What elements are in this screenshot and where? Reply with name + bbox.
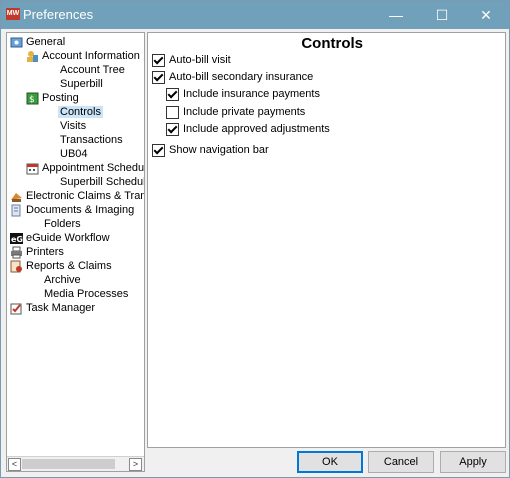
title-bar[interactable]: MW Preferences — ☐ ✕: [1, 1, 509, 29]
controls-panel: Controls Auto-bill visit Auto-bill secon…: [147, 32, 506, 448]
window-title: Preferences: [23, 7, 94, 22]
tree-item-eguide-workflow[interactable]: eG eGuide Workflow: [10, 231, 110, 245]
task-manager-icon: [10, 302, 23, 315]
posting-icon: $: [26, 92, 39, 105]
scroll-left-button[interactable]: <: [8, 458, 21, 471]
checkbox-box[interactable]: [166, 122, 179, 136]
tree-item-general[interactable]: General: [10, 35, 65, 49]
tree-item-archive[interactable]: Archive: [44, 273, 81, 287]
tree-item-reports-claims[interactable]: Reports & Claims: [10, 259, 112, 273]
apply-button[interactable]: Apply: [440, 451, 506, 473]
preferences-window: MW Preferences — ☐ ✕ General Account Inf…: [0, 0, 510, 478]
general-icon: [10, 36, 23, 49]
cancel-button[interactable]: Cancel: [368, 451, 434, 473]
show-navigation-bar-checkbox[interactable]: Show navigation bar: [152, 142, 269, 158]
tree-item-media-processes[interactable]: Media Processes: [44, 287, 128, 301]
close-button[interactable]: ✕: [463, 1, 509, 29]
tree-item-electronic-claims[interactable]: Electronic Claims & Transmis: [10, 189, 144, 203]
checkbox-box[interactable]: [152, 70, 165, 84]
include-private-payments-checkbox[interactable]: Include private payments: [166, 104, 305, 120]
svg-text:$: $: [29, 95, 35, 105]
tree-item-appointment-scheduler[interactable]: Appointment Scheduler: [26, 161, 144, 175]
scroll-thumb[interactable]: [22, 459, 115, 469]
checkbox-box[interactable]: [166, 105, 179, 119]
tree-item-account-information[interactable]: Account Information: [26, 49, 140, 63]
account-icon: [26, 50, 39, 63]
auto-bill-secondary-insurance-checkbox[interactable]: Auto-bill secondary insurance: [152, 69, 313, 85]
tree-item-superbill-scheduler[interactable]: Superbill Scheduler: [60, 175, 144, 189]
svg-text:eG: eG: [11, 235, 23, 244]
checkbox-box[interactable]: [166, 87, 179, 101]
calendar-icon: [26, 162, 39, 175]
claims-icon: [10, 190, 23, 203]
tree-item-task-manager[interactable]: Task Manager: [10, 301, 95, 315]
documents-icon: [10, 204, 23, 217]
ok-button[interactable]: OK: [297, 451, 363, 473]
checkbox-box[interactable]: [152, 143, 165, 157]
app-icon: MW: [6, 8, 20, 20]
maximize-button[interactable]: ☐: [419, 1, 465, 29]
auto-bill-visit-checkbox[interactable]: Auto-bill visit: [152, 52, 231, 68]
printer-icon: [10, 246, 23, 259]
tree-item-folders[interactable]: Folders: [44, 217, 81, 231]
eguide-icon: eG: [10, 232, 23, 245]
tree-item-account-tree[interactable]: Account Tree: [60, 63, 125, 77]
minimize-button[interactable]: —: [373, 1, 419, 29]
include-approved-adjustments-checkbox[interactable]: Include approved adjustments: [166, 121, 330, 137]
include-insurance-payments-checkbox[interactable]: Include insurance payments: [166, 86, 320, 102]
tree-item-documents-imaging[interactable]: Documents & Imaging: [10, 203, 134, 217]
reports-icon: [10, 260, 23, 273]
checkbox-box[interactable]: [152, 53, 165, 67]
tree-item-transactions[interactable]: Transactions: [60, 133, 123, 147]
tree-horizontal-scrollbar[interactable]: < >: [7, 456, 144, 471]
tree-item-posting[interactable]: $ Posting: [26, 91, 79, 105]
tree-item-printers[interactable]: Printers: [10, 245, 64, 259]
tree-item-ub04[interactable]: UB04: [60, 147, 88, 161]
tree-item-superbill[interactable]: Superbill: [60, 77, 103, 91]
scroll-right-button[interactable]: >: [129, 458, 142, 471]
preferences-tree[interactable]: General Account Information Account Tree…: [6, 32, 145, 472]
tree-item-controls[interactable]: Controls: [58, 105, 103, 119]
tree-item-visits[interactable]: Visits: [60, 119, 86, 133]
